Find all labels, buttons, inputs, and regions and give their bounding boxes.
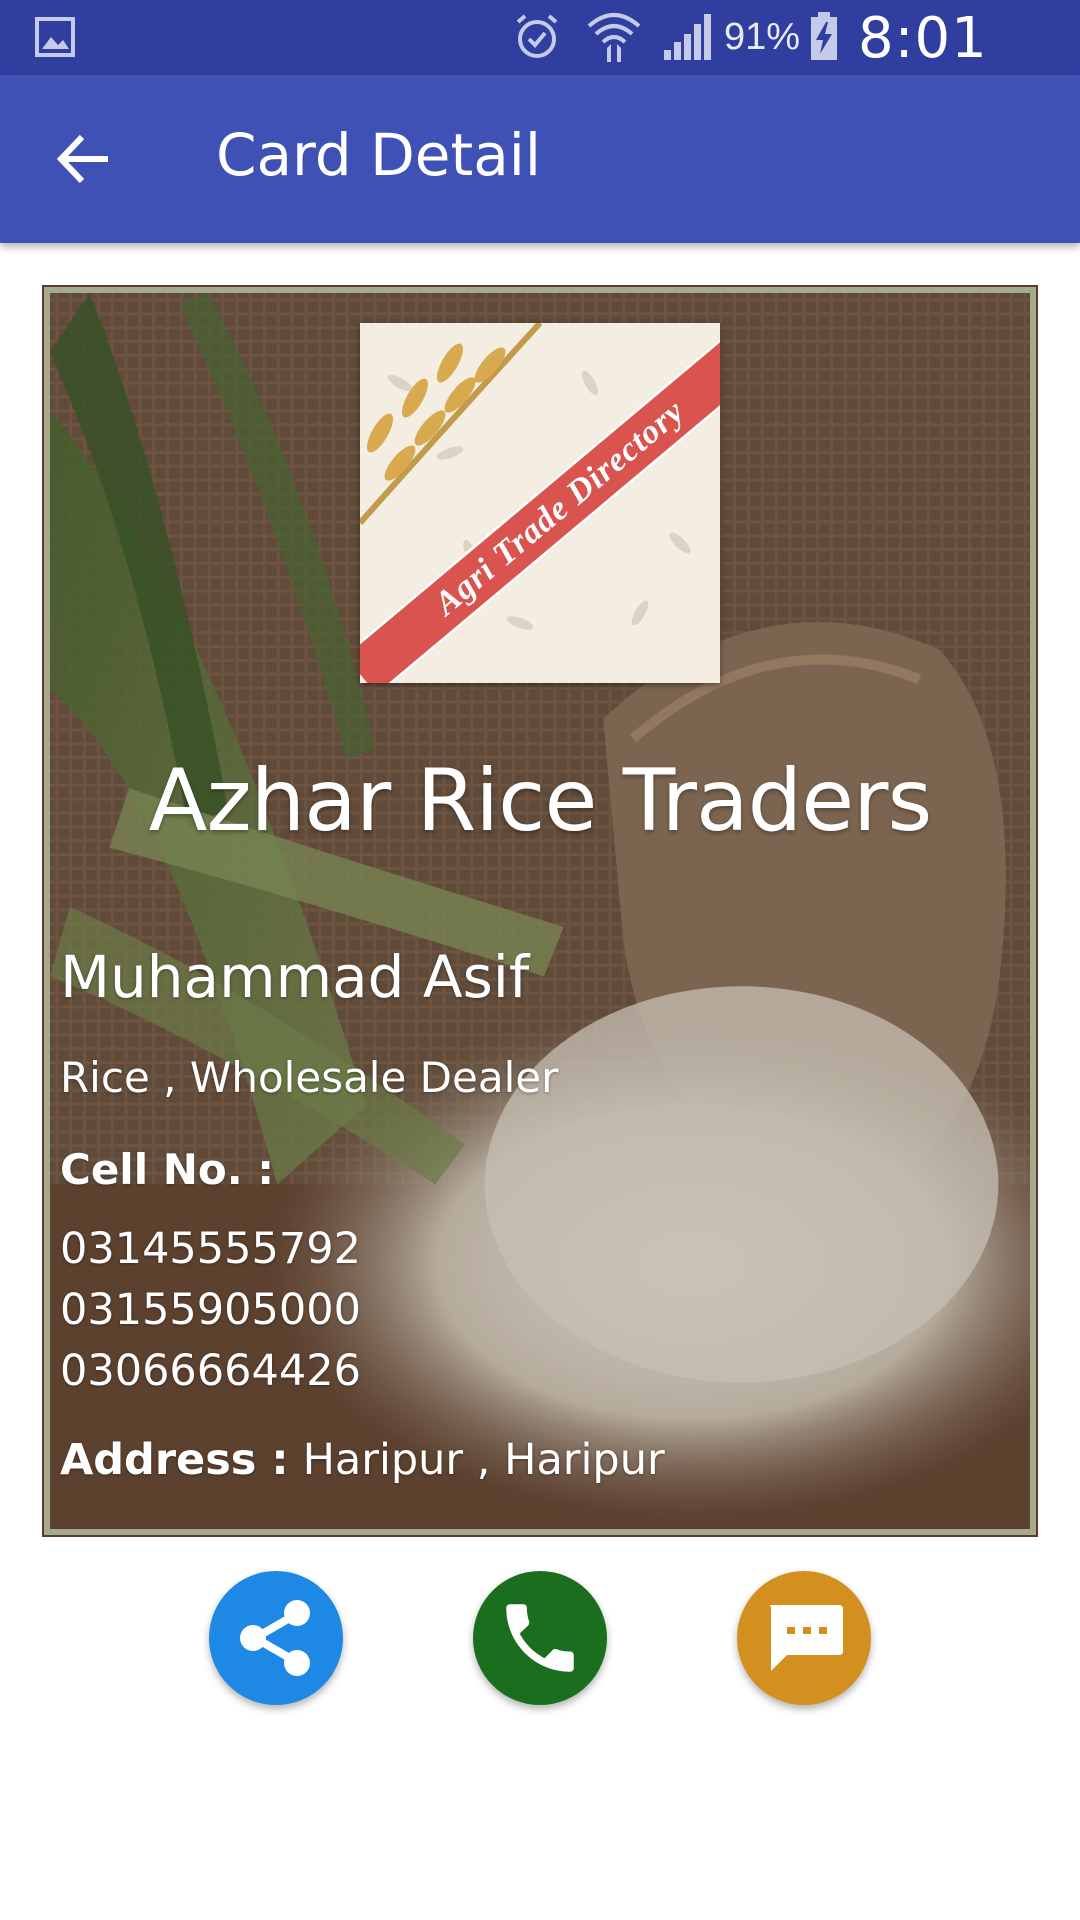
address-value: Haripur , Haripur — [302, 1435, 665, 1485]
call-button[interactable] — [473, 1571, 607, 1705]
phone-icon — [506, 1604, 574, 1672]
battery-percent: 91% — [724, 16, 801, 58]
contact-person-name: Muhammad Asif — [60, 943, 530, 1011]
arrow-back-icon — [56, 134, 108, 184]
share-button[interactable] — [209, 1571, 343, 1705]
battery-charging-icon — [811, 12, 837, 60]
status-bar: 91% 8:01 PM — [0, 0, 1080, 136]
company-name: Azhar Rice Traders — [148, 751, 933, 851]
phone-number-list: 03145555792 03155905000 03066664426 — [60, 1219, 361, 1402]
directory-logo: Agri Trade Directory — [360, 323, 720, 683]
back-button[interactable] — [50, 123, 122, 195]
message-icon — [769, 1605, 843, 1671]
business-type: Rice , Wholesale Dealer — [60, 1053, 559, 1102]
phone-number: 03145555792 — [60, 1224, 361, 1274]
alarm-icon — [516, 14, 558, 58]
phone-number: 03066664426 — [60, 1346, 361, 1396]
address-label: Address : — [60, 1435, 289, 1485]
app-bar: Card Detail — [0, 75, 1080, 243]
phone-number: 03155905000 — [60, 1285, 361, 1335]
cell-number-label: Cell No. : — [60, 1145, 275, 1194]
gallery-icon — [35, 17, 75, 57]
share-icon — [240, 1600, 310, 1676]
wifi-icon — [587, 13, 641, 62]
message-button[interactable] — [737, 1571, 871, 1705]
business-card: Agri Trade Directory Azhar Rice Traders … — [42, 285, 1038, 1537]
address-row: Address : Haripur , Haripur — [60, 1435, 665, 1485]
signal-icon — [664, 14, 711, 60]
page-title: Card Detail — [216, 121, 541, 189]
